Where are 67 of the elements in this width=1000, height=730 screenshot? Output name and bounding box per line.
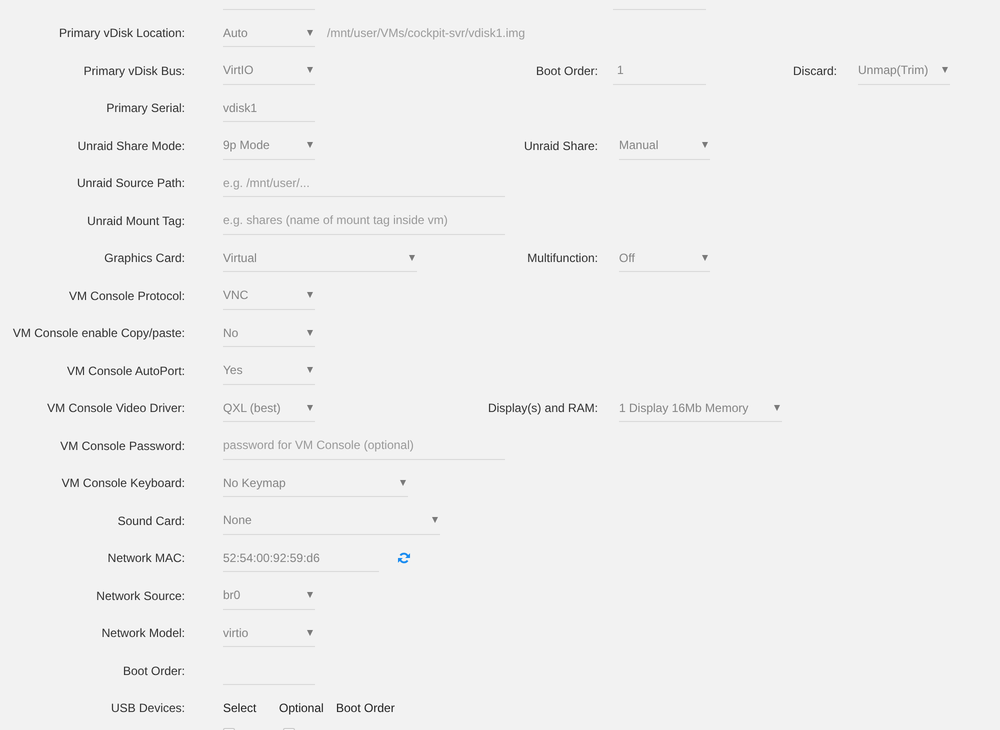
- dropdown[interactable]: Unmap(Trim): [858, 56, 950, 84]
- field-label: VM Console Password:: [59, 438, 185, 452]
- column-header: Optional: [279, 701, 324, 715]
- field-label: Unraid Mount Tag:: [86, 214, 185, 228]
- caret-icon: [774, 404, 780, 410]
- dropdown[interactable]: None: [223, 506, 440, 534]
- dropdown[interactable]: 9p Mode: [223, 132, 315, 160]
- field-label: Primary vDisk Bus:: [82, 64, 185, 78]
- dropdown[interactable]: No Keymap: [223, 469, 408, 497]
- field-label: Unraid Share:: [522, 138, 598, 152]
- dropdown[interactable]: Manual: [619, 132, 710, 160]
- field-label: Graphics Card:: [103, 251, 185, 265]
- dropdown[interactable]: virtio: [223, 619, 315, 647]
- caret-icon: [942, 67, 948, 73]
- caret-icon: [307, 592, 313, 598]
- caret-icon: [307, 404, 313, 410]
- field-label: VM Console Protocol:: [68, 288, 185, 302]
- field-label: Network Model:: [100, 626, 185, 640]
- caret-icon: [307, 67, 313, 73]
- refresh-icon[interactable]: [398, 552, 410, 564]
- dropdown[interactable]: VirtIO: [223, 56, 315, 84]
- input-field[interactable]: e.g. shares (name of mount tag inside vm): [223, 206, 505, 234]
- caret-icon: [307, 30, 313, 36]
- field-label: Discard:: [792, 64, 837, 78]
- dropdown[interactable]: Off: [619, 244, 710, 272]
- input-field[interactable]: e.g. /mnt/user/...: [223, 169, 505, 197]
- dropdown[interactable]: Virtual: [223, 244, 417, 272]
- field-label: VM Console Keyboard:: [60, 476, 185, 490]
- field-label: Boot Order:: [534, 64, 598, 78]
- field-label: VM Console enable Copy/paste:: [12, 326, 185, 340]
- dropdown[interactable]: br0: [223, 582, 315, 610]
- dropdown[interactable]: QXL (best): [223, 394, 315, 422]
- field-label: Network MAC:: [106, 551, 185, 565]
- field-label: Primary vDisk Location:: [58, 26, 185, 40]
- caret-icon: [307, 142, 313, 148]
- caret-icon: [702, 254, 708, 260]
- input-field[interactable]: vdisk1: [223, 94, 315, 122]
- dropdown[interactable]: 1 Display 16Mb Memory: [619, 394, 782, 422]
- caret-icon: [432, 517, 438, 523]
- field-label: Primary Serial:: [105, 101, 185, 115]
- field-label: VM Console Video Driver:: [46, 401, 185, 415]
- input-field[interactable]: password for VM Console (optional): [223, 432, 505, 460]
- field-label: Network Source:: [95, 588, 185, 602]
- field-label: Multifunction:: [526, 251, 598, 265]
- caret-icon: [307, 330, 313, 336]
- field-label: Unraid Share Mode:: [76, 138, 185, 152]
- input-field[interactable]: 52:54:00:92:59:d6: [223, 544, 379, 572]
- field-label: Unraid Source Path:: [76, 176, 185, 190]
- caret-icon: [702, 142, 708, 148]
- field-label: VM Console AutoPort:: [66, 364, 185, 378]
- caret-icon: [409, 254, 415, 260]
- dropdown[interactable]: No: [223, 319, 315, 347]
- caret-icon: [307, 292, 313, 298]
- column-header: Boot Order: [336, 701, 395, 715]
- caret-icon: [307, 630, 313, 636]
- dropdown[interactable]: VNC: [223, 282, 315, 310]
- field-label: USB Devices:: [110, 701, 185, 715]
- field-label: Sound Card:: [116, 514, 185, 528]
- dropdown[interactable]: Auto: [223, 19, 315, 47]
- dropdown[interactable]: Yes: [223, 356, 315, 384]
- field-label: Boot Order:: [122, 664, 185, 678]
- field-label: Display(s) and RAM:: [486, 401, 598, 415]
- path-text: /mnt/user/VMs/cockpit-svr/vdisk1.img: [327, 26, 526, 40]
- caret-icon: [400, 480, 406, 486]
- column-header: Select: [223, 701, 256, 715]
- input-field[interactable]: 1: [613, 56, 706, 84]
- caret-icon: [307, 367, 313, 373]
